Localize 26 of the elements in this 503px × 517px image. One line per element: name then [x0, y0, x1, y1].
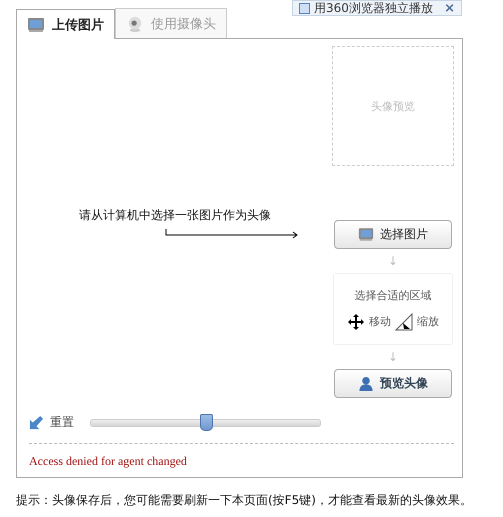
- reset-button[interactable]: 重置: [29, 414, 74, 431]
- down-arrow: ↓: [388, 349, 398, 366]
- window-icon: [299, 2, 310, 14]
- choose-image-button[interactable]: 选择图片: [334, 220, 452, 249]
- arrow-icon: [29, 415, 44, 430]
- error-message: Access denied for agent changed: [29, 454, 188, 469]
- preview-avatar-button[interactable]: 预览头像: [334, 369, 452, 398]
- tab[interactable]: 上传图片: [16, 9, 115, 39]
- webcam-icon: [126, 16, 144, 32]
- move-icon: [347, 312, 365, 330]
- preview-label: 头像预览: [371, 98, 415, 114]
- monitor-icon: [358, 227, 374, 242]
- instruction-text: 请从计算机中选择一张图片作为头像: [79, 207, 272, 224]
- zoom-slider[interactable]: [90, 414, 321, 431]
- down-arrow: ↓: [388, 253, 398, 270]
- close-button[interactable]: ×: [444, 0, 455, 16]
- area-title: 选择合适的区域: [354, 288, 432, 302]
- person-icon: [358, 376, 374, 391]
- notification-text: 用360浏览器独立播放: [314, 0, 433, 16]
- scale-label: 缩放: [417, 314, 439, 329]
- tip-text: 提示：头像保存后，您可能需要刷新一下本页面(按F5键)，才能查看最新的头像效果。: [16, 492, 473, 509]
- slider-thumb[interactable]: [200, 414, 212, 431]
- monitor-icon: [27, 16, 45, 32]
- resize-icon: [395, 312, 413, 330]
- arrow-icon: [165, 229, 299, 239]
- move-label: 移动: [369, 314, 391, 329]
